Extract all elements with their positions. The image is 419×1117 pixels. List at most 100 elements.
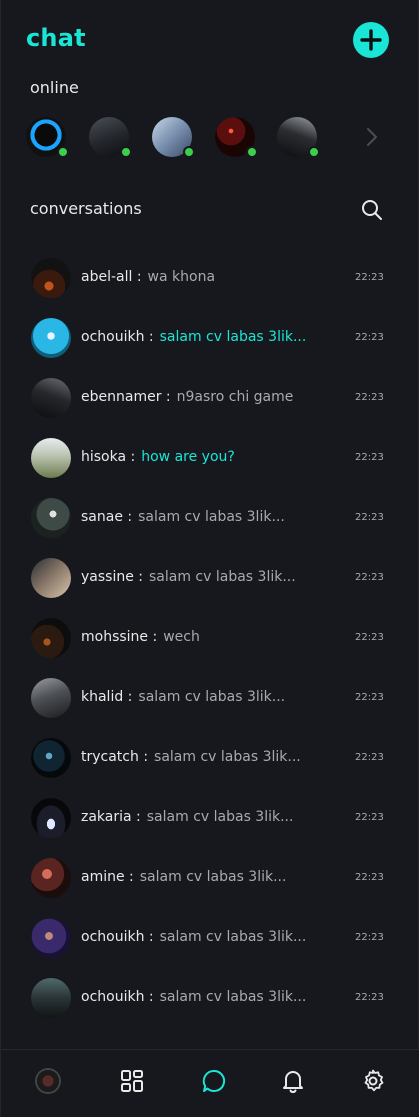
last-message: salam cv labas 3lik... <box>139 869 287 885</box>
conversation-name: ochouikh : salam cv labas 3lik... <box>81 329 306 345</box>
nav-notifications[interactable] <box>280 1068 306 1094</box>
contact-name: hisoka : <box>81 449 136 465</box>
last-message: how are you? <box>141 449 235 465</box>
conversation-row[interactable]: ochouikh : salam cv labas 3lik... 22:23 <box>1 968 419 1028</box>
online-status-dot <box>308 146 320 158</box>
last-message: salam cv labas 3lik... <box>159 329 307 345</box>
conversation-row[interactable]: ochouikh : salam cv labas 3lik... 22:23 <box>1 908 419 968</box>
conversation-name: abel-all : wa khona <box>81 269 215 285</box>
conversation-row[interactable]: yassine : salam cv labas 3lik... 22:23 <box>1 548 419 608</box>
contact-name: ochouikh : <box>81 329 154 345</box>
online-users-row <box>26 117 386 159</box>
conversation-name: hisoka : how are you? <box>81 449 235 465</box>
message-time: 22:23 <box>355 452 384 463</box>
online-user-avatar[interactable] <box>277 117 320 158</box>
last-message: wa khona <box>147 269 216 285</box>
search-icon <box>362 200 382 220</box>
last-message: salam cv labas 3lik... <box>154 749 301 765</box>
avatar <box>31 558 71 598</box>
message-time: 22:23 <box>355 392 384 403</box>
avatar <box>31 678 71 718</box>
message-time: 22:23 <box>355 272 384 283</box>
online-user-avatar[interactable] <box>152 117 195 158</box>
conversation-row[interactable]: abel-all : wa khona 22:23 <box>1 248 419 308</box>
online-user-avatar[interactable] <box>215 117 258 158</box>
conversation-row[interactable]: amine : salam cv labas 3lik... 22:23 <box>1 848 419 908</box>
conversation-name: mohssine : wech <box>81 629 200 645</box>
avatar <box>31 258 71 298</box>
conversation-name: yassine : salam cv labas 3lik... <box>81 569 296 585</box>
bottom-navigation <box>1 1049 419 1117</box>
online-section-title: online <box>30 78 79 97</box>
last-message: salam cv labas 3lik... <box>146 809 294 825</box>
message-time: 22:23 <box>355 752 384 763</box>
nav-settings[interactable] <box>360 1068 386 1094</box>
avatar <box>31 498 71 538</box>
conversation-row[interactable]: trycatch : salam cv labas 3lik... 22:23 <box>1 728 419 788</box>
gear-icon <box>364 1069 384 1092</box>
last-message: wech <box>163 629 200 645</box>
online-status-dot <box>57 146 69 158</box>
avatar <box>31 318 71 358</box>
contact-name: trycatch : <box>81 749 149 765</box>
online-status-dot <box>120 146 132 158</box>
conversation-row[interactable]: ebennamer : n9asro chi game 22:23 <box>1 368 419 428</box>
online-user-avatar[interactable] <box>89 117 132 158</box>
avatar <box>31 378 71 418</box>
avatar <box>31 918 71 958</box>
last-message: salam cv labas 3lik... <box>159 929 307 945</box>
conversation-row[interactable]: khalid : salam cv labas 3lik... 22:23 <box>1 668 419 728</box>
conversation-row[interactable]: zakaria : salam cv labas 3lik... 22:23 <box>1 788 419 848</box>
new-chat-button[interactable] <box>353 22 389 58</box>
chat-app: chat online conversations abel-all: wa … <box>0 0 419 1117</box>
contact-name: ochouikh : <box>81 929 154 945</box>
message-time: 22:23 <box>355 332 384 343</box>
message-time: 22:23 <box>355 632 384 643</box>
avatar <box>31 438 71 478</box>
avatar <box>31 618 71 658</box>
message-time: 22:23 <box>355 932 384 943</box>
chat-bubble-icon <box>202 1069 226 1092</box>
conversation-name: ochouikh : salam cv labas 3lik... <box>81 989 306 1005</box>
profile-avatar-icon[interactable] <box>35 1068 61 1094</box>
online-status-dot <box>246 146 258 158</box>
last-message: salam cv labas 3lik... <box>138 689 286 705</box>
contact-name: zakaria : <box>81 809 141 825</box>
last-message: salam cv labas 3lik... <box>159 989 307 1005</box>
online-user-avatar[interactable] <box>26 117 69 158</box>
conversation-row[interactable]: hisoka : how are you? 22:23 <box>1 428 419 488</box>
conversations-section-title: conversations <box>30 199 142 218</box>
conversation-row[interactable]: sanae : salam cv labas 3lik... 22:23 <box>1 488 419 548</box>
contact-name: ochouikh : <box>81 989 154 1005</box>
nav-dashboard[interactable] <box>119 1068 145 1094</box>
message-time: 22:23 <box>355 512 384 523</box>
avatar <box>31 978 71 1018</box>
contact-name: abel-all : <box>81 269 142 285</box>
last-message: n9asro chi game <box>176 389 294 405</box>
conversation-name: khalid : salam cv labas 3lik... <box>81 689 285 705</box>
conversation-row[interactable]: ochouikh : salam cv labas 3lik... 22:23 <box>1 308 419 368</box>
message-time: 22:23 <box>355 992 384 1003</box>
conversation-name: sanae : salam cv labas 3lik... <box>81 509 285 525</box>
contact-name: khalid : <box>81 689 133 705</box>
conversation-name: trycatch : salam cv labas 3lik... <box>81 749 301 765</box>
conversation-name: ebennamer : n9asro chi game <box>81 389 293 405</box>
contact-name: sanae : <box>81 509 133 525</box>
contact-name: amine : <box>81 869 134 885</box>
avatar <box>31 858 71 898</box>
nav-chat[interactable] <box>201 1068 227 1094</box>
header: chat <box>1 22 419 58</box>
message-time: 22:23 <box>355 812 384 823</box>
conversation-row[interactable]: mohssine : wech 22:23 <box>1 608 419 668</box>
bell-icon <box>283 1071 303 1093</box>
online-next-button[interactable] <box>364 126 380 148</box>
avatar <box>31 738 71 778</box>
contact-name: mohssine : <box>81 629 158 645</box>
search-button[interactable] <box>361 199 383 221</box>
app-title: chat <box>26 24 86 52</box>
contact-name: yassine : <box>81 569 143 585</box>
conversation-list: abel-all : wa khona 22:23 ochouikh : salam c… <box>1 248 419 1048</box>
message-time: 22:23 <box>355 872 384 883</box>
conversation-name: zakaria : salam cv labas 3lik... <box>81 809 293 825</box>
dashboard-grid-icon <box>121 1070 143 1092</box>
